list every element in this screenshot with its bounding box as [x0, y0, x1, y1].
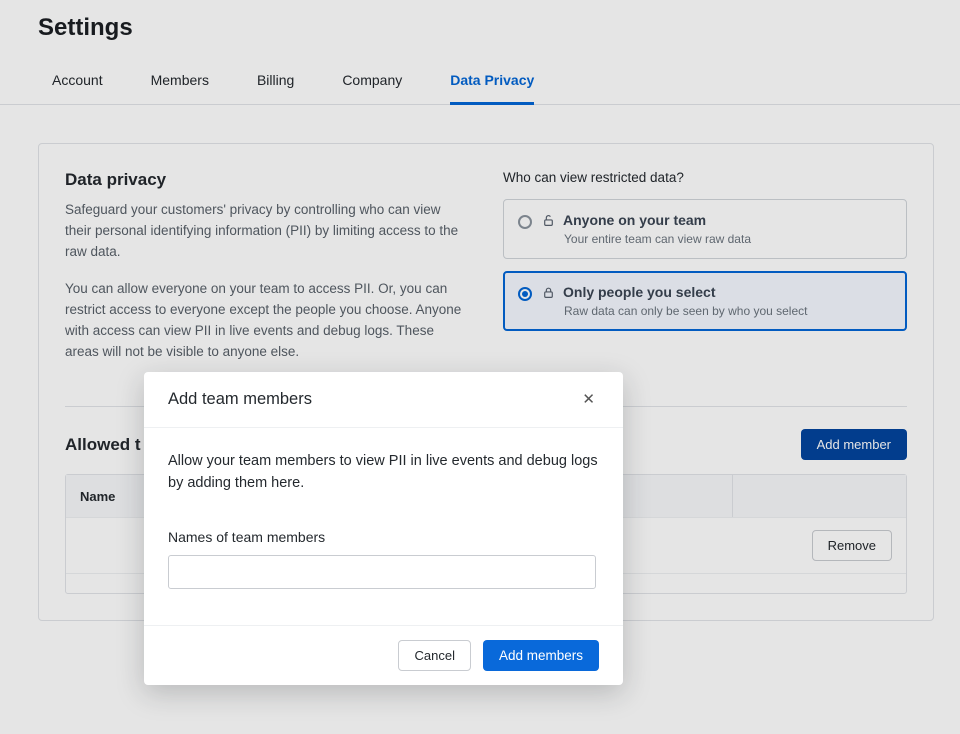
modal-title: Add team members: [168, 390, 312, 409]
add-members-button[interactable]: Add members: [483, 640, 599, 671]
add-team-members-modal: Add team members ✕ Allow your team membe…: [144, 372, 623, 685]
close-icon[interactable]: ✕: [578, 390, 599, 409]
team-members-field-label: Names of team members: [168, 529, 599, 545]
cancel-button[interactable]: Cancel: [398, 640, 470, 671]
team-members-input[interactable]: [168, 555, 596, 589]
modal-description: Allow your team members to view PII in l…: [168, 450, 599, 495]
